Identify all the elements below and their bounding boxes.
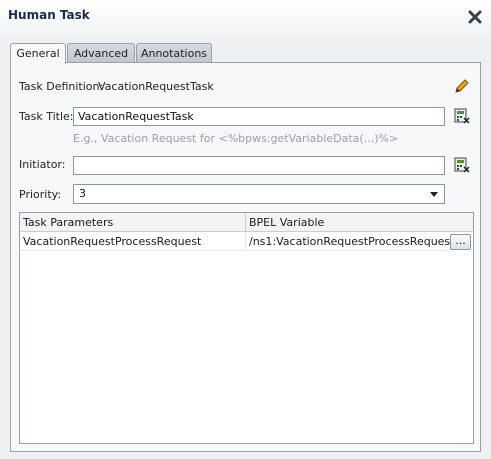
tab-annotations[interactable]: Annotations bbox=[136, 43, 212, 62]
column-header-task-parameters[interactable]: Task Parameters bbox=[20, 213, 246, 232]
task-title-label: Task Title: bbox=[19, 110, 74, 123]
task-definition-value: VacationRequestTask bbox=[98, 80, 214, 93]
priority-select[interactable]: 3 bbox=[73, 184, 445, 204]
initiator-input[interactable] bbox=[73, 156, 445, 175]
browse-variable-button[interactable]: ... bbox=[450, 234, 471, 250]
close-icon[interactable] bbox=[466, 8, 484, 26]
task-title-hint: E.g., Vacation Request for <%bpws:getVar… bbox=[73, 132, 399, 145]
priority-selected-value: 3 bbox=[79, 187, 86, 200]
pencil-icon[interactable] bbox=[453, 77, 471, 95]
general-panel: Task Definition: VacationRequestTask Tas… bbox=[10, 62, 481, 452]
task-definition-label: Task Definition: bbox=[19, 80, 104, 93]
dialog-title: Human Task bbox=[8, 8, 90, 22]
tab-advanced[interactable]: Advanced bbox=[67, 43, 135, 62]
initiator-label: Initiator: bbox=[19, 158, 66, 171]
task-parameters-table: Task Parameters BPEL Variable VacationRe… bbox=[19, 212, 474, 444]
expression-builder-icon[interactable] bbox=[453, 107, 471, 125]
tab-general[interactable]: General bbox=[10, 43, 66, 64]
bpel-variable-cell[interactable]: /ns1:VacationRequestProcessRequest bbox=[246, 232, 454, 251]
dialog-header: Human Task bbox=[0, 0, 491, 34]
expression-builder-icon[interactable] bbox=[453, 156, 471, 174]
chevron-down-icon bbox=[430, 192, 438, 197]
priority-label: Priority: bbox=[19, 188, 62, 201]
column-header-bpel-variable[interactable]: BPEL Variable bbox=[246, 213, 473, 232]
task-parameter-cell[interactable]: VacationRequestProcessRequest bbox=[20, 232, 246, 251]
task-title-input[interactable] bbox=[73, 107, 445, 126]
